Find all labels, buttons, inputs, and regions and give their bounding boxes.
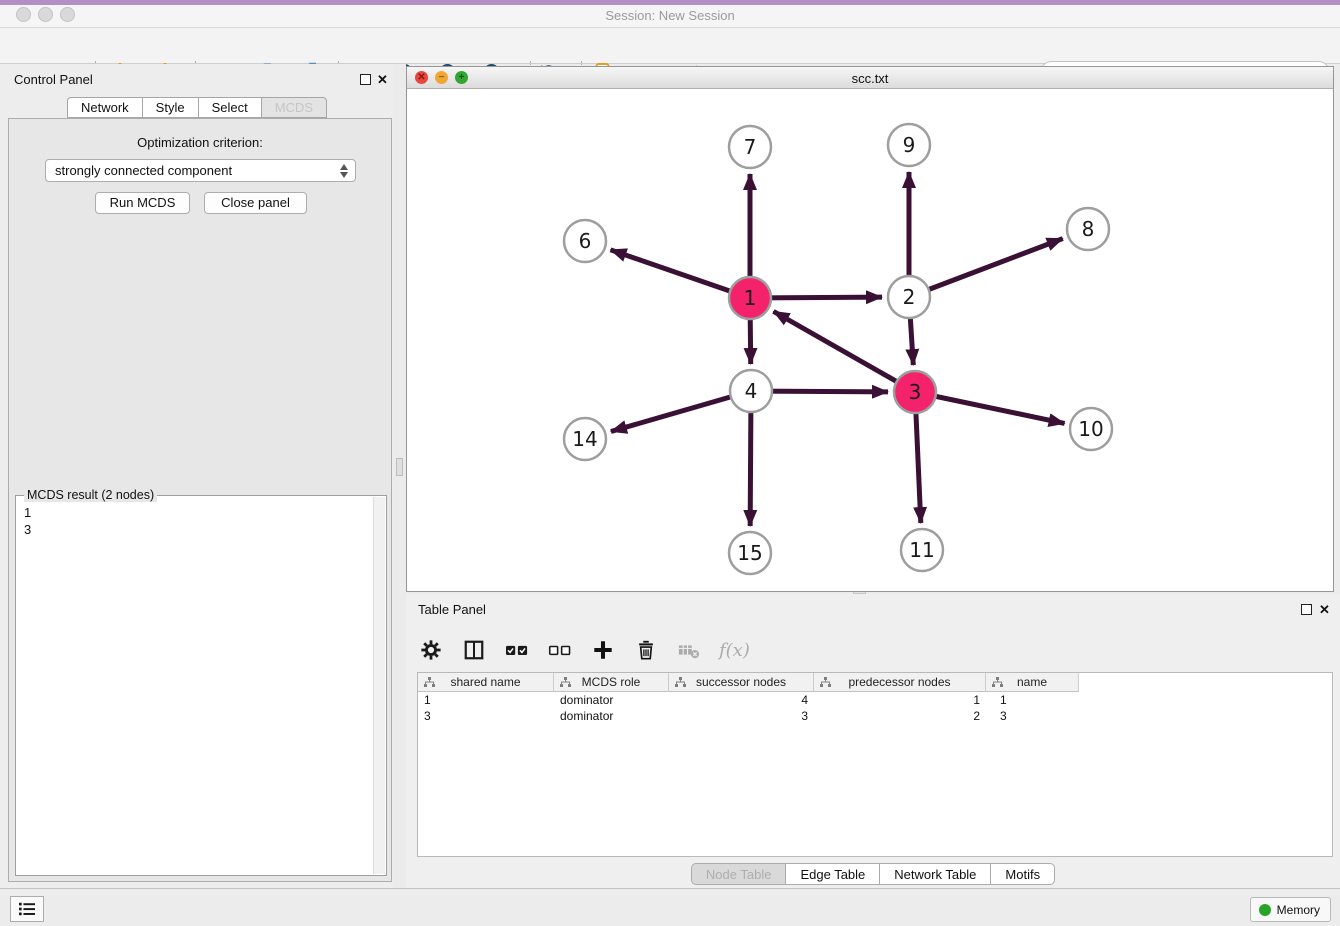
graph-node-label-3: 3 bbox=[909, 380, 922, 404]
table-cell: 2 bbox=[814, 708, 986, 724]
graph-edge-3-10[interactable] bbox=[915, 392, 1065, 423]
titlebar-accent bbox=[0, 0, 1340, 5]
node-table[interactable]: shared name MCDS role successor nodes prede… bbox=[417, 672, 1333, 857]
graph-node-label-1: 1 bbox=[744, 286, 757, 310]
function-builder-icon[interactable]: f(x) bbox=[719, 640, 750, 661]
node-table-body: 1dominator4113dominator323 bbox=[418, 692, 1332, 724]
tab-style[interactable]: Style bbox=[142, 97, 198, 118]
column-type-icon bbox=[820, 677, 831, 688]
network-window: ✕ − + scc.txt 1 2 3 4 6 7 8 9 10 11 14 15 bbox=[406, 66, 1334, 592]
memory-label: Memory bbox=[1277, 903, 1320, 917]
graph-node-label-7: 7 bbox=[744, 135, 757, 159]
table-row[interactable]: 1dominator411 bbox=[418, 692, 1332, 708]
column-type-icon bbox=[424, 677, 435, 688]
table-options-gear-icon[interactable] bbox=[418, 637, 444, 663]
column-header-shared-name[interactable]: shared name bbox=[418, 673, 554, 692]
deselect-all-icon[interactable] bbox=[547, 637, 573, 663]
select-all-icon[interactable] bbox=[504, 637, 530, 663]
column-header-name[interactable]: name bbox=[986, 673, 1079, 692]
vertical-splitter-handle[interactable] bbox=[396, 458, 403, 476]
graph-node-label-6: 6 bbox=[579, 229, 592, 253]
task-history-button[interactable] bbox=[10, 896, 44, 922]
column-label: name bbox=[1017, 675, 1047, 689]
graph-node-label-2: 2 bbox=[903, 285, 916, 309]
graph-node-label-9: 9 bbox=[903, 133, 916, 157]
table-toolbar: f(x) bbox=[418, 628, 750, 672]
result-scrollbar[interactable] bbox=[373, 497, 385, 874]
column-type-icon bbox=[675, 677, 686, 688]
table-cell: 1 bbox=[418, 692, 554, 708]
tab-select[interactable]: Select bbox=[198, 97, 261, 118]
float-panel-icon[interactable] bbox=[360, 74, 371, 85]
network-canvas[interactable]: 1 2 3 4 6 7 8 9 10 11 14 15 bbox=[407, 89, 1333, 591]
close-table-panel-icon[interactable]: ✕ bbox=[1319, 602, 1330, 618]
table-cell: 3 bbox=[986, 708, 1079, 724]
column-header-MCDS-role[interactable]: MCDS role bbox=[554, 673, 669, 692]
node-table-header: shared name MCDS role successor nodes prede… bbox=[418, 673, 1332, 692]
table-tabs: Node Table Edge Table Network Table Moti… bbox=[406, 863, 1340, 885]
dropdown-stepper-icon bbox=[339, 163, 350, 179]
network-window-title: scc.txt bbox=[407, 71, 1333, 86]
session-title: Session: New Session bbox=[0, 8, 1340, 23]
tab-motifs[interactable]: Motifs bbox=[990, 863, 1055, 885]
tab-network[interactable]: Network bbox=[67, 97, 142, 118]
column-type-icon bbox=[992, 677, 1003, 688]
table-cell: 3 bbox=[418, 708, 554, 724]
graph-node-label-4: 4 bbox=[745, 379, 758, 403]
tab-mcds[interactable]: MCDS bbox=[261, 97, 327, 118]
vertical-splitter[interactable] bbox=[394, 64, 406, 888]
control-panel-tabs: Network Style Select MCDS bbox=[0, 97, 394, 118]
mcds-result-group: MCDS result (2 nodes) 1 3 bbox=[15, 495, 387, 876]
column-label: predecessor nodes bbox=[848, 675, 950, 689]
app-titlebar: Session: New Session bbox=[0, 0, 1340, 28]
table-cell: dominator bbox=[554, 708, 669, 724]
table-cell: 1 bbox=[986, 692, 1079, 708]
column-header-successor-nodes[interactable]: successor nodes bbox=[669, 673, 814, 692]
list-icon bbox=[17, 901, 37, 917]
graph-node-label-8: 8 bbox=[1082, 217, 1095, 241]
graph-edge-3-1[interactable] bbox=[773, 311, 915, 392]
dropdown-value: strongly connected component bbox=[55, 163, 232, 178]
add-column-icon[interactable] bbox=[590, 637, 616, 663]
graph-node-label-11: 11 bbox=[909, 538, 934, 562]
memory-button[interactable]: Memory bbox=[1250, 897, 1331, 922]
optimization-criterion-label: Optimization criterion: bbox=[9, 135, 391, 150]
tab-edge-table[interactable]: Edge Table bbox=[785, 863, 879, 885]
delete-table-icon[interactable] bbox=[676, 637, 702, 663]
delete-column-icon[interactable] bbox=[633, 637, 659, 663]
table-cell: 3 bbox=[669, 708, 814, 724]
column-label: shared name bbox=[450, 675, 520, 689]
run-mcds-button[interactable]: Run MCDS bbox=[95, 192, 190, 214]
memory-status-icon bbox=[1259, 904, 1271, 916]
tab-network-table[interactable]: Network Table bbox=[879, 863, 990, 885]
mcds-result-text: 1 3 bbox=[24, 504, 31, 538]
table-cell: 4 bbox=[669, 692, 814, 708]
table-panel-title: Table Panel bbox=[418, 602, 486, 617]
column-header-predecessor-nodes[interactable]: predecessor nodes bbox=[814, 673, 986, 692]
close-panel-button[interactable]: Close panel bbox=[204, 192, 307, 214]
graph-node-label-15: 15 bbox=[737, 541, 762, 565]
float-table-panel-icon[interactable] bbox=[1301, 604, 1312, 615]
optimization-criterion-dropdown[interactable]: strongly connected component bbox=[45, 159, 356, 182]
control-panel: Control Panel ✕ Network Style Select MCD… bbox=[0, 64, 394, 888]
table-cell: dominator bbox=[554, 692, 669, 708]
close-panel-icon[interactable]: ✕ bbox=[377, 72, 388, 88]
column-label: MCDS role bbox=[582, 675, 641, 689]
mcds-result-title: MCDS result (2 nodes) bbox=[24, 488, 157, 502]
column-label: successor nodes bbox=[696, 675, 786, 689]
graph-node-label-10: 10 bbox=[1078, 417, 1103, 441]
graph-edge-2-8[interactable] bbox=[909, 239, 1063, 297]
column-type-icon bbox=[560, 677, 571, 688]
network-window-titlebar[interactable]: ✕ − + scc.txt bbox=[407, 67, 1333, 89]
graph-node-label-14: 14 bbox=[572, 427, 597, 451]
table-cell: 1 bbox=[814, 692, 986, 708]
control-panel-title: Control Panel bbox=[14, 72, 93, 87]
main-toolbar bbox=[0, 28, 1340, 64]
status-bar: Memory bbox=[0, 888, 1340, 926]
table-panel: Table Panel ✕ f(x) shared nameMCDS roles… bbox=[406, 594, 1340, 888]
mcds-panel-body: Optimization criterion: strongly connect… bbox=[8, 118, 392, 882]
tab-node-table[interactable]: Node Table bbox=[691, 863, 786, 885]
table-row[interactable]: 3dominator323 bbox=[418, 708, 1332, 724]
show-columns-icon[interactable] bbox=[461, 637, 487, 663]
